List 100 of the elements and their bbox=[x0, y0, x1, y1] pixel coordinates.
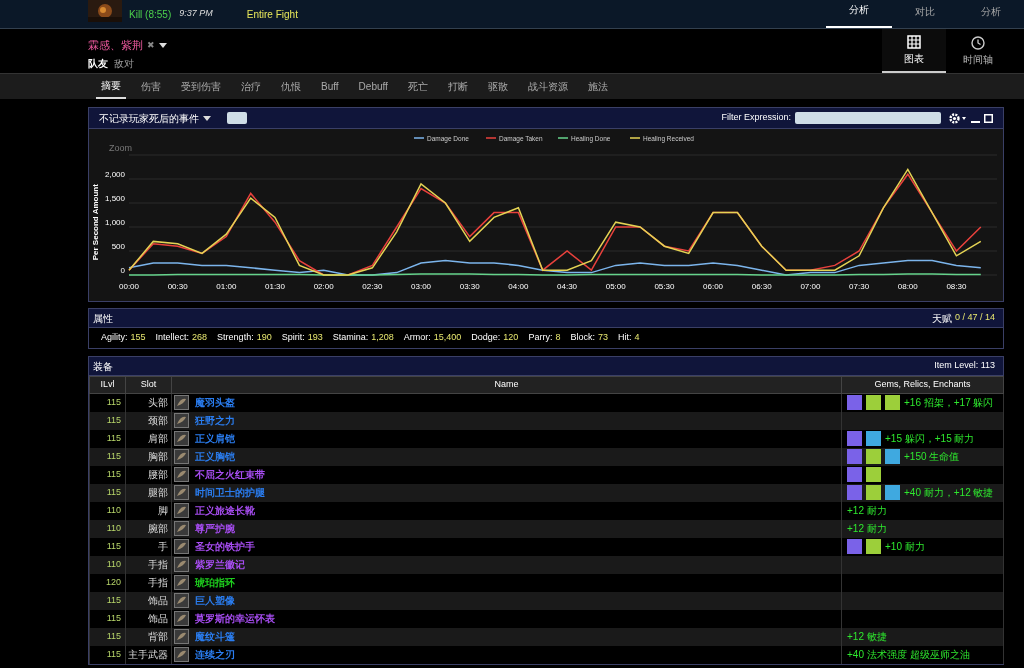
item-icon bbox=[174, 611, 189, 626]
column-header[interactable]: Gems, Relics, Enchants bbox=[841, 376, 1004, 394]
slot-cell: 颈部 bbox=[125, 411, 172, 430]
gem-icon[interactable] bbox=[885, 395, 900, 411]
enchant-text: +15 躲闪，+15 耐力 bbox=[885, 432, 975, 446]
enchant-text: +16 招架，+17 躲闪 bbox=[904, 396, 994, 411]
stat-name: Agility: bbox=[101, 331, 128, 345]
slot-cell: 肩部 bbox=[125, 429, 172, 448]
maximize-icon[interactable] bbox=[984, 113, 993, 123]
tab[interactable]: 伤害 bbox=[136, 74, 166, 99]
tab[interactable]: 受到伤害 bbox=[176, 74, 226, 99]
x-tick-label: 04:00 bbox=[508, 282, 529, 291]
item-level-cell: 115 bbox=[89, 627, 126, 646]
stat-name: Hit: bbox=[617, 331, 632, 345]
view-tab[interactable]: 图表 bbox=[882, 29, 946, 73]
item-name-link[interactable]: 不屈之火红束带 bbox=[195, 467, 265, 482]
gem-icon[interactable] bbox=[847, 395, 862, 411]
x-tick-label: 06:00 bbox=[703, 282, 724, 291]
tab[interactable]: 死亡 bbox=[402, 74, 433, 99]
stat-value: 1,208 bbox=[371, 331, 394, 345]
settings-icon[interactable] bbox=[949, 112, 967, 124]
player-name[interactable]: 霖感、紫荆 bbox=[88, 37, 143, 54]
item-name-link[interactable]: 紫罗兰徽记 bbox=[195, 557, 245, 572]
item-name-link[interactable]: 圣女的铁护手 bbox=[195, 539, 255, 554]
stat-value: 8 bbox=[555, 331, 561, 345]
enchant-text: +12 敏捷 bbox=[847, 630, 887, 644]
item-icon bbox=[174, 539, 189, 554]
y-axis-label: Per Second Amount bbox=[91, 184, 100, 261]
y-tick-label: 500 bbox=[111, 242, 125, 251]
item-name-link[interactable]: 时间卫士的护腿 bbox=[195, 485, 265, 500]
slot-cell: 脚 bbox=[125, 501, 172, 520]
fight-label: Entire Fight bbox=[246, 7, 298, 22]
item-name-link[interactable]: 正义胸铠 bbox=[195, 449, 235, 464]
x-tick-label: 01:00 bbox=[216, 282, 237, 291]
filter-toggle[interactable]: 敌对 bbox=[114, 55, 134, 71]
tab[interactable]: 战斗资源 bbox=[522, 74, 573, 99]
item-icon bbox=[174, 449, 189, 464]
item-name-link[interactable]: 尊严护腕 bbox=[195, 521, 235, 536]
gem-icon[interactable] bbox=[866, 395, 881, 411]
x-tick-label: 02:00 bbox=[313, 282, 334, 291]
item-icon bbox=[174, 521, 189, 536]
column-header[interactable]: Name bbox=[171, 376, 842, 394]
small-input[interactable] bbox=[227, 112, 247, 124]
item-level-cell: 115 bbox=[89, 591, 126, 610]
item-name-link[interactable]: 狂野之力 bbox=[195, 413, 235, 428]
zoom-label[interactable]: Zoom bbox=[109, 143, 132, 153]
enchant-text: +12 耐力 bbox=[847, 522, 887, 536]
stat-name: Dodge: bbox=[471, 331, 501, 345]
tab[interactable]: 施法 bbox=[582, 74, 613, 99]
slot-cell: 主手武器 bbox=[125, 645, 172, 664]
slot-cell: 腿部 bbox=[125, 483, 172, 502]
x-tick-label: 04:30 bbox=[557, 282, 578, 291]
item-name-link[interactable]: 莫罗斯的幸运怀表 bbox=[195, 611, 275, 626]
tab[interactable]: 摘要 bbox=[96, 74, 126, 99]
item-icon bbox=[174, 395, 189, 411]
x-tick-label: 05:00 bbox=[605, 282, 626, 291]
item-icon bbox=[174, 629, 189, 644]
y-tick-label: 1,500 bbox=[104, 194, 125, 203]
stat-name: Parry: bbox=[528, 331, 553, 345]
item-name-link[interactable]: 魔羽头盔 bbox=[195, 395, 235, 411]
tab[interactable]: 仇恨 bbox=[276, 74, 306, 99]
stat-value: 4 bbox=[634, 331, 640, 345]
filter-toggle[interactable]: 队友 bbox=[88, 55, 108, 71]
item-level-cell: 115 bbox=[89, 609, 126, 628]
tab[interactable]: Buff bbox=[316, 74, 344, 99]
slot-cell: 头部 bbox=[125, 393, 172, 412]
view-tab[interactable]: 时间轴 bbox=[946, 29, 1010, 73]
item-name-link[interactable]: 正义旅途长靴 bbox=[195, 503, 255, 518]
remove-icon[interactable]: ✖ bbox=[147, 38, 155, 52]
stat-value: 155 bbox=[130, 331, 146, 345]
kill-time: 9:37 PM bbox=[179, 7, 213, 21]
column-header[interactable]: ILvl bbox=[89, 376, 126, 394]
item-level-cell: 120 bbox=[89, 573, 126, 592]
nav-tab[interactable]: 分析 bbox=[826, 0, 892, 28]
filter-input[interactable] bbox=[795, 112, 941, 124]
x-tick-label: 00:30 bbox=[167, 282, 188, 291]
tab[interactable]: 驱散 bbox=[482, 74, 513, 99]
tab[interactable]: Debuff bbox=[353, 74, 393, 99]
clock-icon bbox=[971, 35, 985, 50]
item-name-link[interactable]: 巨人塑像 bbox=[195, 593, 235, 608]
event-dropdown[interactable]: 不记录玩家死后的事件 bbox=[99, 110, 211, 126]
y-tick-label: 0 bbox=[120, 266, 125, 275]
talent-value: 0 / 47 / 14 bbox=[954, 311, 995, 325]
tab[interactable]: 打断 bbox=[442, 74, 473, 99]
nav-tab[interactable]: 对比 bbox=[892, 0, 958, 28]
column-header[interactable]: Slot bbox=[125, 376, 172, 394]
item-icon bbox=[174, 575, 189, 590]
slot-cell: 手指 bbox=[125, 555, 172, 574]
tab[interactable]: 治疗 bbox=[236, 74, 266, 99]
slot-cell: 腰部 bbox=[125, 465, 172, 484]
item-name-link[interactable]: 琥珀指环 bbox=[195, 575, 235, 590]
stat-value: 15,400 bbox=[433, 331, 462, 345]
item-name-link[interactable]: 连续之刃 bbox=[195, 647, 235, 662]
x-tick-label: 07:30 bbox=[849, 282, 870, 291]
enchant-text: +150 生命值 bbox=[904, 450, 960, 464]
nav-tab[interactable]: 分析 bbox=[958, 0, 1024, 28]
item-name-link[interactable]: 正义肩铠 bbox=[195, 431, 235, 446]
item-name-link[interactable]: 魔纹斗篷 bbox=[195, 629, 235, 644]
item-level-cell: 115 bbox=[89, 645, 126, 664]
stat-value: 120 bbox=[503, 331, 519, 345]
